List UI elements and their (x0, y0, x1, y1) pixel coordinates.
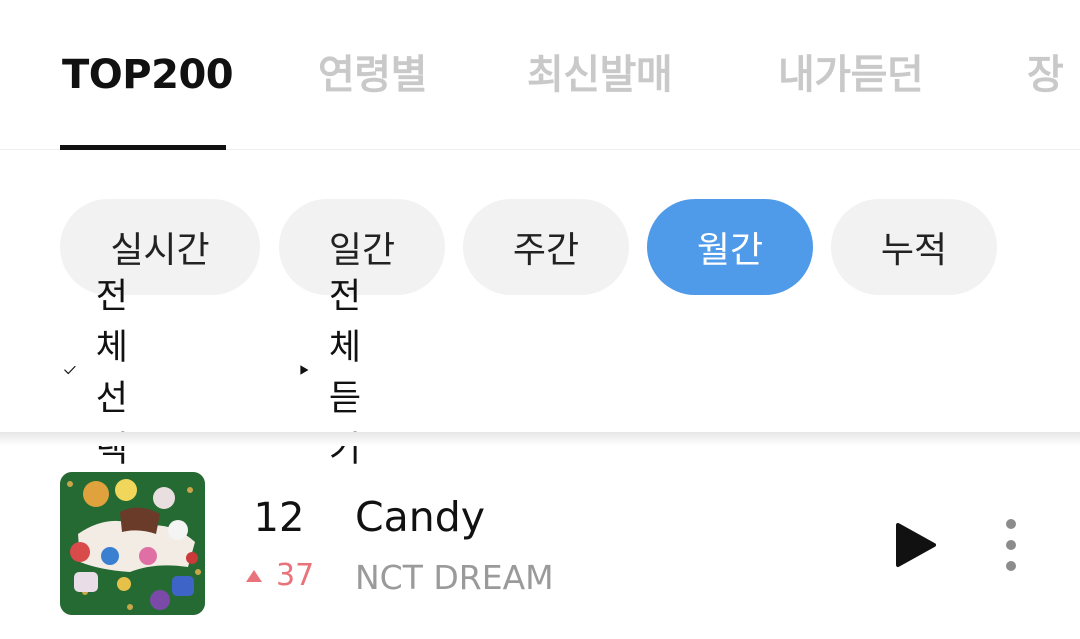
chip-realtime[interactable]: 실시간 (60, 199, 260, 295)
artist-name[interactable]: NCT DREAM (355, 558, 554, 597)
chip-weekly[interactable]: 주간 (463, 199, 629, 295)
rank-change: 37 (246, 558, 314, 593)
tab-by-age[interactable]: 연령별 (318, 50, 427, 100)
triangle-up-icon (246, 569, 262, 582)
category-tab-bar: TOP200 연령별 최신발매 내가듣던 장 (0, 0, 1080, 150)
select-all-button[interactable]: 전체선택 (64, 277, 146, 470)
tab-genre[interactable]: 장 (1027, 50, 1064, 100)
play-all-button[interactable]: 전체듣기 (300, 277, 376, 470)
play-icon (300, 365, 309, 375)
rank-number: 12 (253, 495, 305, 541)
active-tab-indicator (60, 145, 226, 150)
tab-my-history[interactable]: 내가듣던 (778, 50, 924, 100)
more-vertical-icon[interactable] (1000, 518, 1022, 572)
tab-new-release[interactable]: 최신발매 (527, 50, 673, 100)
album-art-image (60, 472, 205, 615)
checkmark-icon (64, 365, 76, 375)
rank-change-value: 37 (276, 558, 315, 593)
play-icon[interactable] (895, 522, 937, 568)
album-cover[interactable] (60, 472, 205, 615)
section-divider (0, 432, 1080, 446)
tab-top200[interactable]: TOP200 (62, 50, 234, 100)
chip-monthly[interactable]: 월간 (647, 199, 813, 295)
song-title[interactable]: Candy (355, 493, 485, 541)
chip-cumulative[interactable]: 누적 (831, 199, 997, 295)
